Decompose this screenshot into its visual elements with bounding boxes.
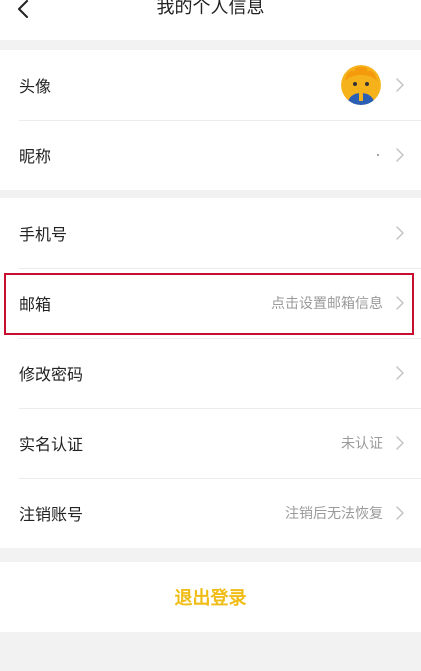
chevron-right-icon (396, 366, 404, 380)
realname-status: 未认证 (341, 436, 383, 452)
logout-label: 退出登录 (174, 588, 247, 609)
page-title: 我的个人信息 (156, 0, 265, 18)
cancel-account-row[interactable]: 注销账号 注销后无法恢复 (0, 478, 421, 548)
chevron-right-icon (396, 78, 404, 92)
nickname-value (377, 154, 379, 156)
nickname-row[interactable]: 昵称 (0, 120, 421, 190)
chevron-right-icon (396, 436, 404, 450)
chevron-right-icon (396, 148, 404, 162)
chevron-right-icon (396, 226, 404, 240)
email-row[interactable]: 邮箱 点击设置邮箱信息 (0, 268, 421, 338)
phone-row[interactable]: 手机号 (0, 198, 421, 268)
nickname-label: 昵称 (19, 147, 52, 166)
nav-bar: 我的个人信息 (0, 0, 421, 40)
phone-label: 手机号 (19, 225, 68, 244)
change-password-row[interactable]: 修改密码 (0, 338, 421, 408)
realname-label: 实名认证 (19, 435, 84, 454)
logout-button[interactable]: 退出登录 (0, 562, 421, 632)
chevron-right-icon (396, 506, 404, 520)
cancel-account-hint: 注销后无法恢复 (285, 506, 383, 522)
account-group: 手机号 邮箱 点击设置邮箱信息 修改密码 实名认证 未认证 注销账号 注销后无法… (0, 198, 421, 548)
profile-group: 头像 昵称 (0, 50, 421, 190)
change-password-label: 修改密码 (19, 365, 84, 384)
cancel-account-label: 注销账号 (19, 505, 84, 524)
email-value: 点击设置邮箱信息 (271, 296, 383, 312)
chevron-right-icon (396, 296, 404, 310)
email-label: 邮箱 (19, 295, 52, 314)
realname-verification-row[interactable]: 实名认证 未认证 (0, 408, 421, 478)
avatar[interactable] (341, 65, 381, 105)
avatar-label: 头像 (19, 77, 52, 96)
avatar-row[interactable]: 头像 (0, 50, 421, 120)
